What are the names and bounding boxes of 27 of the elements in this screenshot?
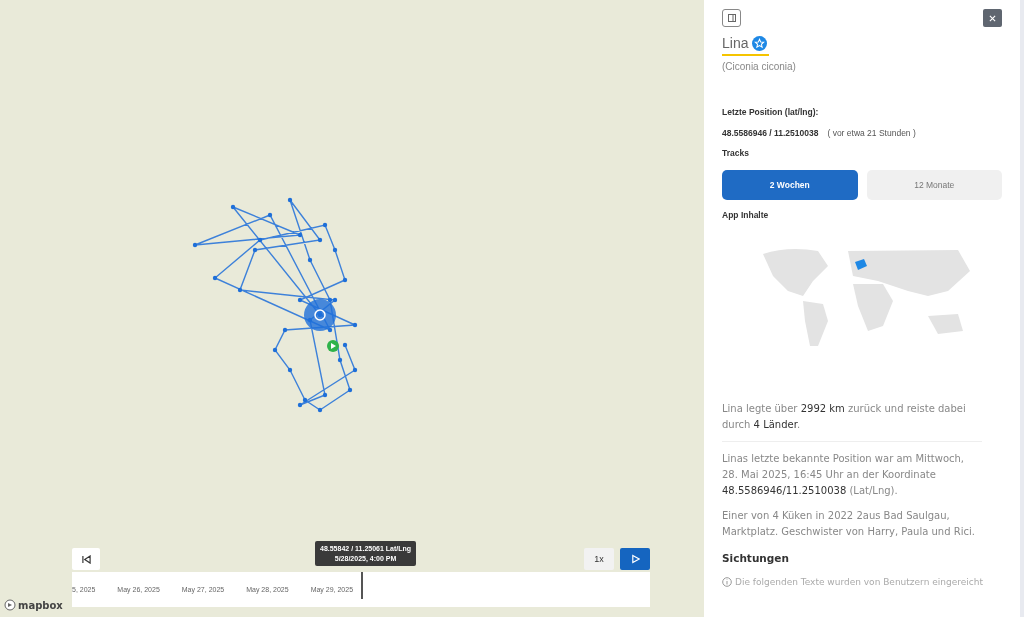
sightings-note: Die folgenden Texte wurden von Benutzern eingereicht <box>735 577 983 587</box>
travel-summary: Lina legte über 2992 km zurück und reiste dabei durch 4 Länder. <box>722 402 967 432</box>
skip-back-button[interactable] <box>72 548 100 570</box>
position-coordinates: 48.5586946 / 11.2510038 <box>722 128 819 138</box>
play-icon <box>630 554 640 564</box>
speed-button[interactable]: 1x <box>584 548 614 570</box>
animal-name: Lina <box>722 35 749 51</box>
info-icon <box>722 577 732 587</box>
position-label: Letzte Position (lat/lng): <box>722 107 820 117</box>
skip-back-icon <box>81 554 91 564</box>
map-attribution: mapbox <box>18 599 63 611</box>
position-age: ( vor etwa 21 Stunden ) <box>827 128 916 138</box>
close-button[interactable] <box>983 9 1002 27</box>
name-underline <box>722 54 769 56</box>
sightings-heading: Sichtungen <box>722 552 790 564</box>
app-content-label: App Inhalte <box>722 210 770 220</box>
play-button[interactable] <box>620 548 650 570</box>
panel-icon <box>727 14 736 22</box>
dock-button[interactable] <box>722 9 741 27</box>
track-tab[interactable]: 12 Monate <box>866 170 1002 200</box>
close-icon <box>989 14 996 22</box>
description-paragraph: Einer von 4 Küken in 2022 2aus Bad Saulgau, Marktplatz. Geschwister von Harry, Paula und Rici. <box>722 509 976 539</box>
track-tab[interactable]: 2 Wochen <box>722 170 858 200</box>
tracks-label: Tracks <box>722 148 750 158</box>
description-paragraph: Linas letzte bekannte Position war am Mittwoch, 28. Mai 2025, 16:45 Uhr an der Koordinate 48.5586946/11.2510038 (Lat/Lng). <box>722 452 966 498</box>
star-badge-icon[interactable] <box>752 35 768 51</box>
species-name: (Ciconia ciconia) <box>722 61 797 72</box>
